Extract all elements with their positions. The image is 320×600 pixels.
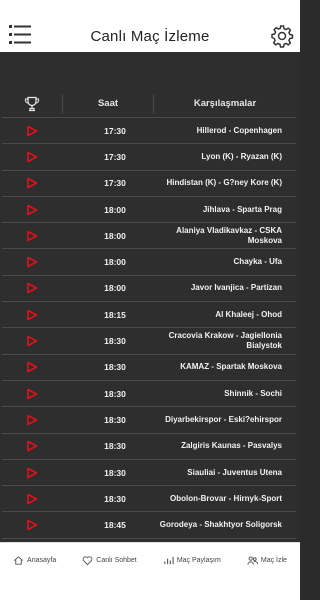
nav-share[interactable]: Maç Paylaşım <box>163 555 221 566</box>
match-row[interactable]: 17:30 Hindistan (K) - G?ney Kore (K) <box>2 171 296 197</box>
header-matches: Karşılaşmalar <box>193 98 257 109</box>
match-row[interactable]: 18:30 Cracovia Krakow - Jagiellonia Bial… <box>2 328 296 355</box>
play-icon[interactable] <box>2 282 62 294</box>
match-teams: Hillerod - Copenhagen <box>196 125 282 135</box>
play-icon[interactable] <box>2 440 62 452</box>
top-bar: Canlı Maç İzleme <box>0 0 300 52</box>
match-teams: Chayka - Ufa <box>233 257 282 267</box>
match-row[interactable]: 18:00 Chayka - Ufa <box>2 249 296 276</box>
match-teams: Obolon-Brovar - Hirnyk-Sport <box>169 493 282 503</box>
table-header: Saat Karşılaşmalar <box>2 90 296 118</box>
header-time: Saat <box>97 98 119 109</box>
nav-watch-label: Maç İzle <box>260 557 287 564</box>
match-time: 17:30 <box>104 125 126 136</box>
match-row[interactable]: 18:00 Javor Ivanjica - Partizan <box>2 276 296 303</box>
users-icon <box>247 556 258 565</box>
play-icon[interactable] <box>2 125 62 137</box>
match-row[interactable]: 18:15 Al Khaleej - Ohod <box>2 302 296 329</box>
play-icon[interactable] <box>2 388 62 400</box>
play-icon[interactable] <box>2 230 62 242</box>
match-time: 18:30 <box>104 493 126 504</box>
match-row[interactable]: 18:30 Zalgiris Kaunas - Pasvalys <box>2 434 296 460</box>
match-time: 18:30 <box>104 441 126 452</box>
nav-share-label: Maç Paylaşım <box>176 557 221 564</box>
match-time: 18:00 <box>104 204 126 215</box>
match-teams: Gorodeya - Shakhtyor Soligorsk <box>159 520 282 530</box>
match-teams: Lyon (K) - Ryazan (K) <box>201 151 282 161</box>
match-row[interactable]: 18:30 Shinnik - Sochi <box>2 381 296 408</box>
home-icon <box>14 556 23 565</box>
match-time: 18:30 <box>104 362 126 373</box>
match-row[interactable]: 18:30 Diyarbekirspor - Eski?ehirspor <box>2 407 296 434</box>
match-time: 18:30 <box>104 388 126 399</box>
match-teams: Diyarbekirspor - Eski?ehirspor <box>165 414 282 424</box>
match-time: 18:00 <box>104 230 126 241</box>
nav-watch[interactable]: Maç İzle <box>247 555 287 566</box>
match-row[interactable]: 18:45 Gorodeya - Shakhtyor Soligorsk <box>2 512 296 539</box>
play-icon[interactable] <box>2 256 62 268</box>
nav-home[interactable]: Anasayfa <box>13 555 56 566</box>
nav-chat-label: Canlı Sohbet <box>96 557 137 564</box>
match-time: 18:45 <box>104 520 126 531</box>
match-time: 17:30 <box>104 151 126 162</box>
match-time: 18:30 <box>104 467 126 478</box>
match-teams: KAMAZ - Spartak Moskova <box>180 362 282 372</box>
nav-home-label: Anasayfa <box>27 557 57 564</box>
match-teams: Al Khaleej - Ohod <box>215 309 282 319</box>
match-teams: Hindistan (K) - G?ney Kore (K) <box>166 178 282 188</box>
match-row[interactable]: 17:30 Lyon (K) - Ryazan (K) <box>2 144 296 171</box>
play-icon[interactable] <box>2 361 62 373</box>
play-icon[interactable] <box>2 493 62 505</box>
play-icon[interactable] <box>2 467 62 479</box>
match-time: 18:30 <box>104 336 126 347</box>
match-time: 18:15 <box>104 309 126 320</box>
heart-icon <box>82 556 93 566</box>
trophy-icon <box>2 96 62 112</box>
bar-chart-icon <box>164 556 174 565</box>
menu-icon[interactable] <box>9 24 31 46</box>
play-icon[interactable] <box>2 414 62 426</box>
page-title: Canlı Maç İzleme <box>90 27 210 45</box>
match-time: 18:00 <box>104 257 126 268</box>
play-icon[interactable] <box>2 177 62 189</box>
match-time: 17:30 <box>104 178 126 189</box>
match-teams: Jihlava - Sparta Prag <box>202 204 282 214</box>
nav-chat[interactable]: Canlı Sohbet <box>82 555 137 566</box>
match-teams: Cracovia Krakow - Jagiellonia Bialystok <box>168 331 282 351</box>
match-row[interactable]: 18:30 KAMAZ - Spartak Moskova <box>2 355 296 381</box>
match-time: 18:30 <box>104 414 126 425</box>
match-time: 18:00 <box>104 283 126 294</box>
bottom-nav: Anasayfa Canlı Sohbet Maç Paylaşım Maç İ… <box>0 542 300 600</box>
match-row[interactable]: 18:00 Alaniya Vladikavkaz - CSKA Moskova <box>2 223 296 250</box>
play-icon[interactable] <box>2 335 62 347</box>
match-teams: Siauliai - Juventus Utena <box>187 467 282 477</box>
match-list: 17:30 Hillerod - Copenhagen 17:30 Lyon (… <box>2 118 296 539</box>
match-teams: Javor Ivanjica - Partizan <box>190 283 282 293</box>
match-teams: Zalgiris Kaunas - Pasvalys <box>181 441 282 451</box>
play-icon[interactable] <box>2 151 62 163</box>
play-icon[interactable] <box>2 519 62 531</box>
play-icon[interactable] <box>2 204 62 216</box>
match-teams: Alaniya Vladikavkaz - CSKA Moskova <box>176 225 282 245</box>
match-row[interactable]: 18:00 Jihlava - Sparta Prag <box>2 197 296 224</box>
match-teams: Shinnik - Sochi <box>224 388 282 398</box>
match-row[interactable]: 18:30 Obolon-Brovar - Hirnyk-Sport <box>2 486 296 513</box>
play-icon[interactable] <box>2 309 62 321</box>
gear-icon[interactable] <box>270 24 294 48</box>
match-row[interactable]: 18:30 Siauliai - Juventus Utena <box>2 460 296 487</box>
match-row[interactable]: 17:30 Hillerod - Copenhagen <box>2 118 296 145</box>
